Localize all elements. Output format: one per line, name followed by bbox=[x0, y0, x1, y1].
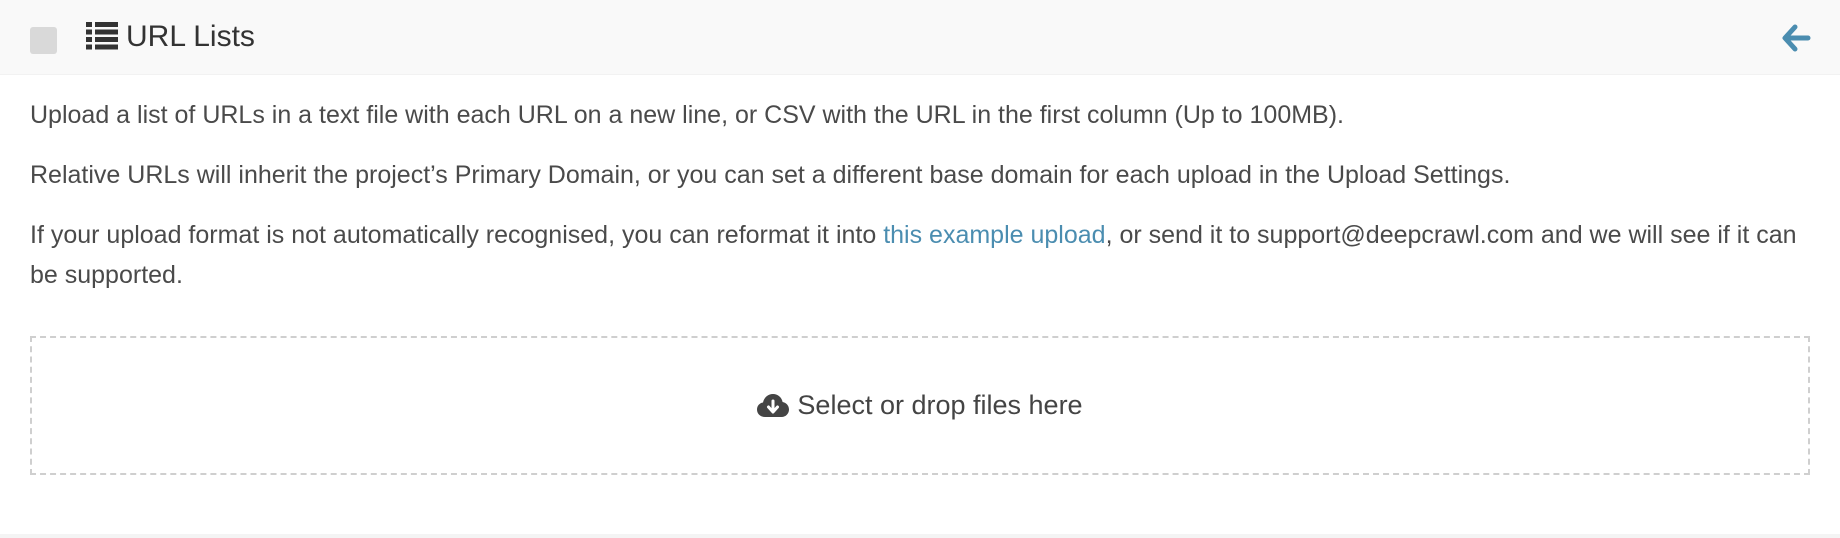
back-button[interactable] bbox=[1778, 20, 1814, 56]
example-upload-link[interactable]: this example upload bbox=[883, 221, 1105, 249]
url-lists-panel: URL Lists Upload a list of URLs in a tex… bbox=[0, 0, 1840, 534]
upload-instructions: Upload a list of URLs in a text file wit… bbox=[30, 101, 1345, 129]
relative-urls-info: Relative URLs will inherit the project’s… bbox=[30, 161, 1511, 189]
page-title: URL Lists bbox=[126, 20, 255, 53]
cloud-download-icon bbox=[757, 393, 790, 417]
list-icon bbox=[86, 22, 118, 50]
select-checkbox[interactable] bbox=[30, 27, 57, 54]
arrow-left-icon bbox=[1782, 24, 1811, 52]
dropzone-content: Select or drop files here bbox=[757, 390, 1083, 421]
dropzone-label: Select or drop files here bbox=[797, 390, 1083, 420]
format-help-text-before: If your upload format is not automatical… bbox=[30, 221, 884, 249]
panel-header: URL Lists bbox=[0, 0, 1840, 75]
panel-body: Upload a list of URLs in a text file wit… bbox=[0, 75, 1840, 295]
file-dropzone[interactable]: Select or drop files here bbox=[30, 336, 1810, 475]
format-help: If your upload format is not automatical… bbox=[30, 215, 1810, 295]
